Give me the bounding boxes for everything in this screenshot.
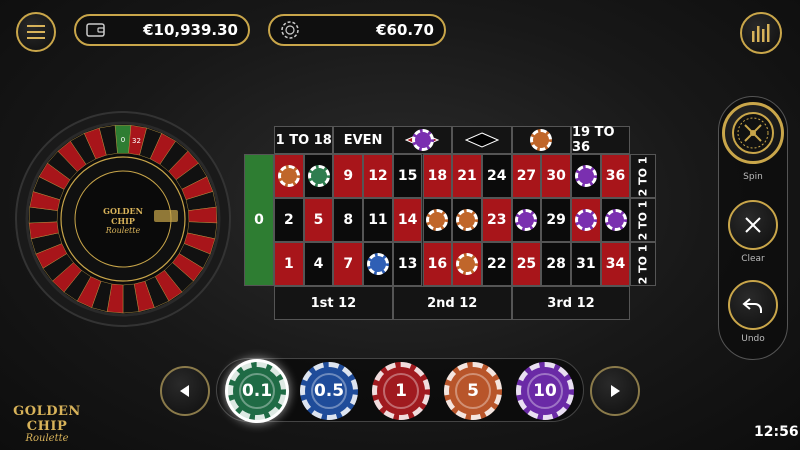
wheel-logo-subtitle: Roulette: [105, 226, 141, 235]
placed-chip[interactable]: [411, 129, 434, 151]
bet-zero[interactable]: 0: [244, 154, 274, 286]
bet-number[interactable]: 8: [333, 198, 364, 242]
close-icon: [745, 217, 761, 233]
spin-label: Spin: [743, 172, 763, 182]
wheel-number: 0: [121, 136, 125, 144]
bet-number[interactable]: 29: [541, 198, 571, 242]
bet-outside-top[interactable]: 1 TO 18: [274, 126, 334, 154]
chips-prev-button[interactable]: [160, 366, 210, 416]
chip-10[interactable]: 10: [516, 362, 574, 420]
bar-chart-icon: [752, 24, 770, 42]
chip-value: 5: [455, 373, 491, 409]
bet-number[interactable]: 13: [392, 242, 423, 286]
placed-chip[interactable]: [277, 165, 300, 187]
menu-button[interactable]: [16, 12, 56, 52]
bet-total-display: €60.70: [268, 14, 446, 46]
bet-outside-top[interactable]: EVEN: [333, 126, 393, 154]
bet-column[interactable]: 2 TO 1: [630, 154, 657, 198]
bet-number[interactable]: 23: [481, 198, 512, 242]
bet-dozen[interactable]: 1st 12: [274, 286, 393, 320]
clear-button[interactable]: [728, 200, 778, 250]
wheel-logo: GOLDEN CHIP Roulette: [93, 206, 153, 236]
bet-number[interactable]: 30: [541, 154, 571, 198]
bet-number[interactable]: 9: [333, 154, 364, 198]
game-logo-title: GOLDEN CHIP: [13, 404, 81, 434]
chevron-left-icon: [180, 385, 189, 397]
bet-number[interactable]: 16: [422, 242, 453, 286]
undo-button[interactable]: [728, 280, 778, 330]
placed-chip[interactable]: [456, 209, 479, 231]
bet-number[interactable]: 7: [333, 242, 364, 286]
chip-value: 10: [527, 373, 563, 409]
undo-label: Undo: [741, 334, 765, 344]
chip-value: 0.5: [311, 373, 347, 409]
bet-dozen[interactable]: 3rd 12: [511, 286, 631, 320]
spin-button[interactable]: [722, 102, 784, 164]
bet-number[interactable]: 25: [511, 242, 542, 286]
placed-chip[interactable]: [456, 253, 479, 275]
bet-number[interactable]: 21: [452, 154, 482, 198]
bet-number[interactable]: 34: [600, 242, 631, 286]
bet-number[interactable]: 2: [274, 198, 304, 242]
column-label: 2 TO 1: [636, 244, 650, 284]
bet-black[interactable]: [452, 126, 512, 154]
chip-icon: [281, 21, 299, 39]
bet-number[interactable]: 5: [303, 198, 334, 242]
hamburger-icon: [27, 25, 45, 39]
column-label: 2 TO 1: [636, 156, 650, 196]
game-logo: GOLDEN CHIP Roulette: [4, 404, 90, 444]
roulette-wheel: 0 32 GOLDEN CHIP Roulette: [14, 110, 232, 328]
balance-value: €10,939.30: [143, 21, 238, 39]
bet-number[interactable]: 36: [600, 154, 631, 198]
chevron-right-icon: [611, 385, 620, 397]
bet-outside-top[interactable]: 19 TO 36: [571, 125, 631, 155]
bet-number[interactable]: 15: [392, 154, 423, 198]
chip-5[interactable]: 5: [444, 362, 502, 420]
bet-number[interactable]: 18: [422, 154, 453, 198]
bet-number[interactable]: 4: [303, 242, 334, 286]
bet-number[interactable]: 24: [481, 154, 512, 198]
bet-number[interactable]: 31: [571, 242, 601, 286]
undo-icon: [742, 298, 762, 313]
bet-dozen[interactable]: 2nd 12: [392, 286, 512, 320]
placed-chip[interactable]: [574, 209, 597, 231]
clear-label: Clear: [741, 254, 765, 264]
bet-number[interactable]: 12: [363, 154, 393, 198]
wheel-logo-title: GOLDEN CHIP: [103, 206, 143, 226]
statistics-button[interactable]: [740, 12, 782, 54]
bet-number[interactable]: 28: [541, 242, 571, 286]
placed-chip[interactable]: [307, 165, 330, 187]
betting-table: 01 TO 18EVEN19 TO 3636912151821242730333…: [244, 125, 657, 322]
bet-number[interactable]: 27: [511, 154, 542, 198]
clock: 12:56: [754, 424, 799, 440]
chip-0.1[interactable]: 0.1: [228, 362, 286, 420]
bet-number[interactable]: 22: [481, 242, 512, 286]
chip-0.5[interactable]: 0.5: [300, 362, 358, 420]
wheel-spin-icon: [732, 112, 774, 154]
chip-value: 0.1: [239, 373, 275, 409]
placed-chip[interactable]: [366, 253, 389, 275]
placed-chip[interactable]: [574, 165, 597, 187]
bet-number[interactable]: 1: [274, 242, 304, 286]
chip-1[interactable]: 1: [372, 362, 430, 420]
chips-next-button[interactable]: [590, 366, 640, 416]
placed-chip[interactable]: [604, 209, 627, 231]
black-diamond-icon: [464, 132, 499, 148]
bet-column[interactable]: 2 TO 1: [630, 198, 657, 242]
chip-value: 1: [383, 373, 419, 409]
bet-number[interactable]: 11: [363, 198, 393, 242]
bet-total-value: €60.70: [376, 21, 434, 39]
column-label: 2 TO 1: [636, 200, 650, 240]
bet-number[interactable]: 14: [392, 198, 423, 242]
wheel-number: 32: [132, 137, 141, 145]
wallet-icon: [86, 23, 105, 37]
balance-display: €10,939.30: [74, 14, 250, 46]
bet-column[interactable]: 2 TO 1: [630, 242, 657, 286]
game-logo-subtitle: Roulette: [25, 433, 69, 444]
